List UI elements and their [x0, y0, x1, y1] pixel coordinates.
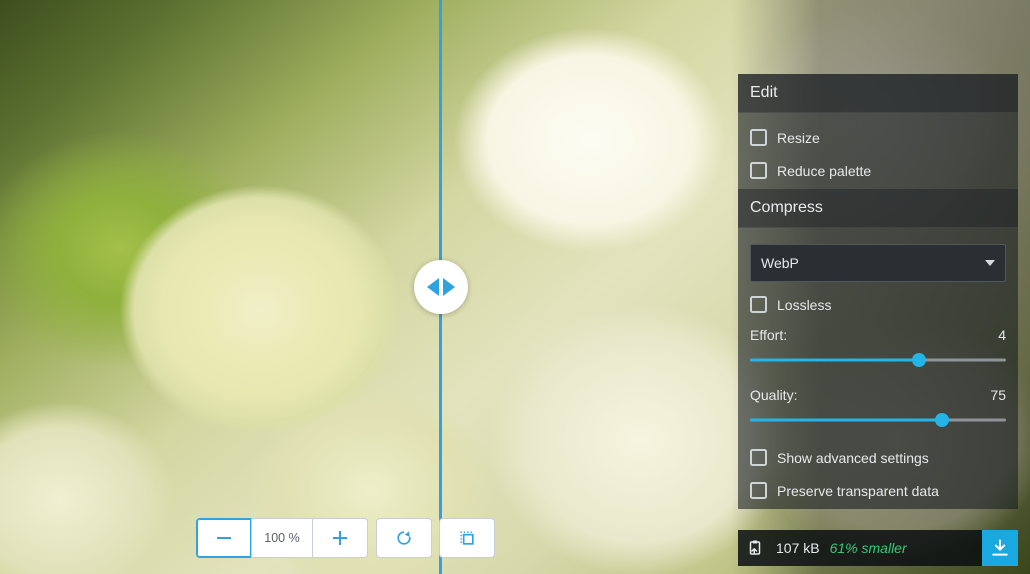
chevron-down-icon: [985, 260, 995, 266]
quality-slider-row: Quality: 75: [750, 381, 1006, 441]
compare-handle[interactable]: [414, 260, 468, 314]
format-selected-label: WebP: [761, 255, 799, 271]
quality-value: 75: [990, 387, 1006, 403]
output-delta: 61% smaller: [830, 540, 907, 556]
plus-icon: [331, 529, 349, 547]
edit-section-title: Edit: [738, 74, 1018, 113]
preserve-alpha-checkbox[interactable]: [750, 482, 767, 499]
settings-panel: Edit Resize Reduce palette Compress WebP…: [738, 74, 1018, 509]
clipboard-icon: [746, 539, 764, 557]
reduce-palette-label: Reduce palette: [777, 163, 871, 179]
zoom-group: 100 %: [196, 518, 368, 558]
rotate-icon: [394, 528, 414, 548]
chevron-left-icon: [427, 278, 439, 296]
copy-button[interactable]: [738, 530, 772, 566]
effort-slider-row: Effort: 4: [750, 321, 1006, 381]
rotate-button[interactable]: [376, 518, 432, 558]
reduce-palette-checkbox[interactable]: [750, 162, 767, 179]
resize-checkbox[interactable]: [750, 129, 767, 146]
effort-value: 4: [998, 327, 1006, 343]
quality-slider[interactable]: [750, 413, 1006, 427]
bounding-box-icon: [457, 528, 477, 548]
compress-section: WebP Lossless Effort: 4: [738, 228, 1018, 509]
zoom-in-button[interactable]: [312, 518, 368, 558]
download-button[interactable]: [982, 530, 1018, 566]
lossless-label: Lossless: [777, 297, 831, 313]
quality-label: Quality:: [750, 387, 797, 403]
lossless-checkbox[interactable]: [750, 296, 767, 313]
advanced-checkbox[interactable]: [750, 449, 767, 466]
image-compare-stage: 100 % Edit Resize: [0, 0, 1030, 574]
transform-button[interactable]: [439, 518, 495, 558]
zoom-out-button[interactable]: [196, 518, 252, 558]
result-footer: 107 kB 61% smaller: [738, 530, 1018, 566]
effort-label: Effort:: [750, 327, 787, 343]
effort-slider[interactable]: [750, 353, 1006, 367]
edit-section: Resize Reduce palette: [738, 113, 1018, 189]
download-icon: [990, 538, 1010, 558]
output-size: 107 kB: [776, 540, 820, 556]
zoom-level-display[interactable]: 100 %: [251, 518, 313, 558]
chevron-right-icon: [443, 278, 455, 296]
resize-label: Resize: [777, 130, 820, 146]
preserve-alpha-label: Preserve transparent data: [777, 483, 939, 499]
compress-section-title: Compress: [738, 189, 1018, 228]
zoom-toolbar: 100 %: [196, 518, 495, 558]
advanced-label: Show advanced settings: [777, 450, 929, 466]
minus-icon: [215, 529, 233, 547]
format-select[interactable]: WebP: [750, 244, 1006, 282]
